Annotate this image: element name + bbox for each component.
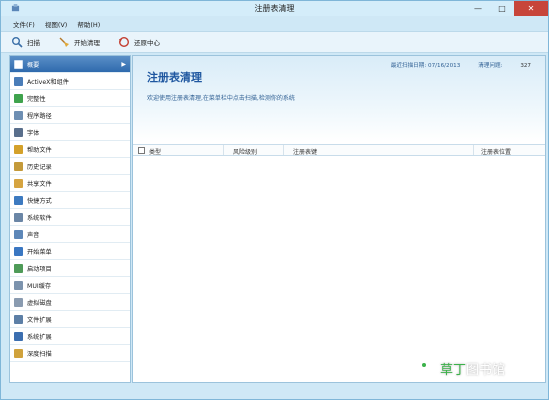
menu-help[interactable]: 帮助(H) [77, 19, 100, 29]
help-file-icon [14, 144, 23, 154]
mui-cache-icon [14, 280, 23, 290]
sidebar-item-label: 共享文件 [27, 180, 52, 188]
main-panel: 注册表清理 欢迎使用注册表清理,在菜单栏中点击扫描,检测你的系统 最近扫描日期:… [132, 55, 546, 383]
sidebar-item-label: 完整性 [27, 95, 46, 103]
welcome-text: 欢迎使用注册表清理,在菜单栏中点击扫描,检测你的系统 [147, 95, 295, 102]
sidebar-item[interactable]: 完整性 [10, 90, 130, 107]
restore-center-button[interactable]: 还原中心 [118, 36, 160, 48]
sidebar-item[interactable]: 系统软件 [10, 209, 130, 226]
minimize-button[interactable]: — [466, 1, 490, 16]
sidebar-item-label: 声音 [27, 231, 40, 239]
restore-center-label: 还原中心 [134, 39, 160, 47]
sidebar-item[interactable]: 启动项目 [10, 260, 130, 277]
sidebar-item[interactable]: 开始菜单 [10, 243, 130, 260]
sidebar-item[interactable]: 历史记录 [10, 158, 130, 175]
sidebar-item-label: 快捷方式 [27, 197, 52, 205]
last-scan-date: 最近扫描日期: 07/16/2013 [390, 63, 461, 69]
app-window: 注册表清理 — □ ✕ 文件(F) 视图(V) 帮助(H) 扫描 开始清理 还原… [0, 0, 549, 400]
menu-file[interactable]: 文件(F) [13, 19, 35, 29]
sidebar-item-label: 字体 [27, 129, 40, 137]
system-software-icon [14, 212, 23, 222]
virtual-disk-icon [14, 297, 23, 307]
sidebar-item-label: 系统软件 [27, 214, 52, 222]
toolbar: 扫描 开始清理 还原中心 [1, 31, 548, 53]
sidebar-item[interactable]: 快捷方式 [10, 192, 130, 209]
scan-info: 最近扫描日期: 07/16/2013 清理问题: 327 [391, 61, 531, 69]
file-extension-icon [14, 314, 23, 324]
history-icon [14, 161, 23, 171]
sidebar-item[interactable]: 共享文件 [10, 175, 130, 192]
sidebar-item[interactable]: MUI缓存 [10, 277, 130, 294]
category-sidebar: 概要 ▶ ActiveX和组件 完整性程序路径字体帮助文件历史记录共享文件快捷方式系统… [9, 55, 131, 383]
column-risk-level[interactable]: 风险级别 [233, 147, 257, 156]
magnifier-icon [12, 37, 23, 48]
sidebar-item[interactable]: 字体 [10, 124, 130, 141]
system-extension-icon [14, 331, 23, 341]
issues-label-text: 清理问题: [478, 63, 503, 69]
watermark-logo-icon [411, 357, 436, 379]
column-registry-key[interactable]: 注册表键 [293, 147, 317, 156]
activex-icon [14, 76, 23, 86]
menu-bar: 文件(F) 视图(V) 帮助(H) [1, 17, 548, 30]
restore-icon [118, 36, 130, 48]
results-table-header: 类型 风险级别 注册表键 注册表位置 [133, 144, 545, 156]
deep-scan-icon [14, 348, 23, 358]
sidebar-item-label: 深度扫描 [27, 350, 52, 358]
program-path-icon [14, 110, 23, 120]
sidebar-item-label: 帮助文件 [27, 146, 52, 154]
scan-button[interactable]: 扫描 [11, 36, 40, 48]
issues-label: 清理问题: 327 [478, 61, 531, 69]
sidebar-item-label: 系统扩展 [27, 333, 52, 341]
title-bar[interactable]: 注册表清理 — □ ✕ [1, 1, 548, 16]
sidebar-item-label: 虚拟磁盘 [27, 299, 52, 307]
sidebar-item[interactable]: 帮助文件 [10, 141, 130, 158]
chevron-right-icon: ▶ [121, 60, 126, 68]
sidebar-item[interactable]: 声音 [10, 226, 130, 243]
watermark-suffix: 图书馆 [466, 362, 506, 378]
column-divider[interactable] [223, 145, 224, 155]
summary-banner: 注册表清理 欢迎使用注册表清理,在菜单栏中点击扫描,检测你的系统 最近扫描日期:… [133, 56, 545, 142]
watermark: 草丁图书馆 [411, 357, 505, 379]
maximize-button[interactable]: □ [490, 1, 514, 16]
shortcut-icon [14, 195, 23, 205]
font-icon [14, 127, 23, 137]
sidebar-item[interactable]: 虚拟磁盘 [10, 294, 130, 311]
issues-count: 327 [520, 63, 531, 69]
sidebar-item-label: 开始菜单 [27, 248, 52, 256]
sidebar-item[interactable]: 文件扩展 [10, 311, 130, 328]
column-divider[interactable] [473, 145, 474, 155]
window-controls: — □ ✕ [466, 1, 548, 16]
sidebar-item[interactable]: ActiveX和组件 [10, 73, 130, 90]
scan-label: 扫描 [27, 39, 40, 47]
close-button[interactable]: ✕ [514, 1, 548, 16]
column-registry-location[interactable]: 注册表位置 [481, 147, 511, 156]
sidebar-item-label: 概要 [27, 61, 40, 69]
watermark-prefix: 草丁 [440, 362, 467, 378]
sidebar-item-label: 启动项目 [27, 265, 52, 273]
sidebar-item-label: 程序路径 [27, 112, 52, 120]
column-divider[interactable] [283, 145, 284, 155]
startup-icon [14, 263, 23, 273]
sound-icon [14, 229, 23, 239]
start-menu-icon [14, 246, 23, 256]
watermark-text: 草丁图书馆 [440, 359, 505, 378]
sidebar-item[interactable]: 概要 ▶ [10, 56, 130, 73]
sidebar-item[interactable]: 系统扩展 [10, 328, 130, 345]
start-clean-label: 开始清理 [74, 39, 100, 47]
sidebar-item-label: 历史记录 [27, 163, 52, 171]
start-clean-button[interactable]: 开始清理 [58, 36, 100, 48]
menu-view[interactable]: 视图(V) [45, 19, 68, 29]
sidebar-item-label: 文件扩展 [27, 316, 52, 324]
sidebar-item[interactable]: 程序路径 [10, 107, 130, 124]
overview-icon [14, 59, 23, 69]
page-title: 注册表清理 [147, 71, 202, 84]
sidebar-item-label: ActiveX和组件 [27, 78, 69, 86]
sidebar-item-label: MUI缓存 [27, 282, 52, 290]
integrity-icon [14, 93, 23, 103]
shared-file-icon [14, 178, 23, 188]
sidebar-item[interactable]: 深度扫描 [10, 345, 130, 362]
select-all-checkbox[interactable] [138, 147, 145, 154]
broom-icon [59, 37, 69, 47]
column-type[interactable]: 类型 [149, 147, 161, 156]
